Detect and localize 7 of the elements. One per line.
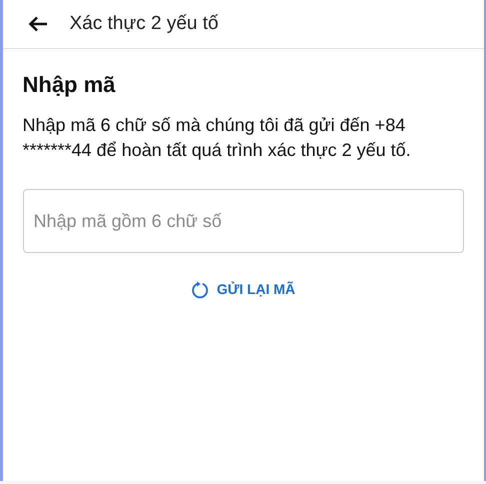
refresh-icon — [190, 280, 209, 298]
code-input-field[interactable]: Nhập mã gồm 6 chữ số — [22, 189, 464, 253]
back-arrow-icon[interactable] — [28, 16, 48, 32]
screen-title: Xác thực 2 yếu tố — [70, 12, 218, 36]
heading: Nhập mã — [22, 71, 116, 99]
description-text: Nhập mã 6 chữ số mà chúng tôi đã gửi đến +84 *******44 để hoàn tất quá trình xác thực 2 yếu tố. — [22, 114, 412, 162]
resend-code-button[interactable]: GỬI LẠI MÃ — [190, 279, 296, 300]
